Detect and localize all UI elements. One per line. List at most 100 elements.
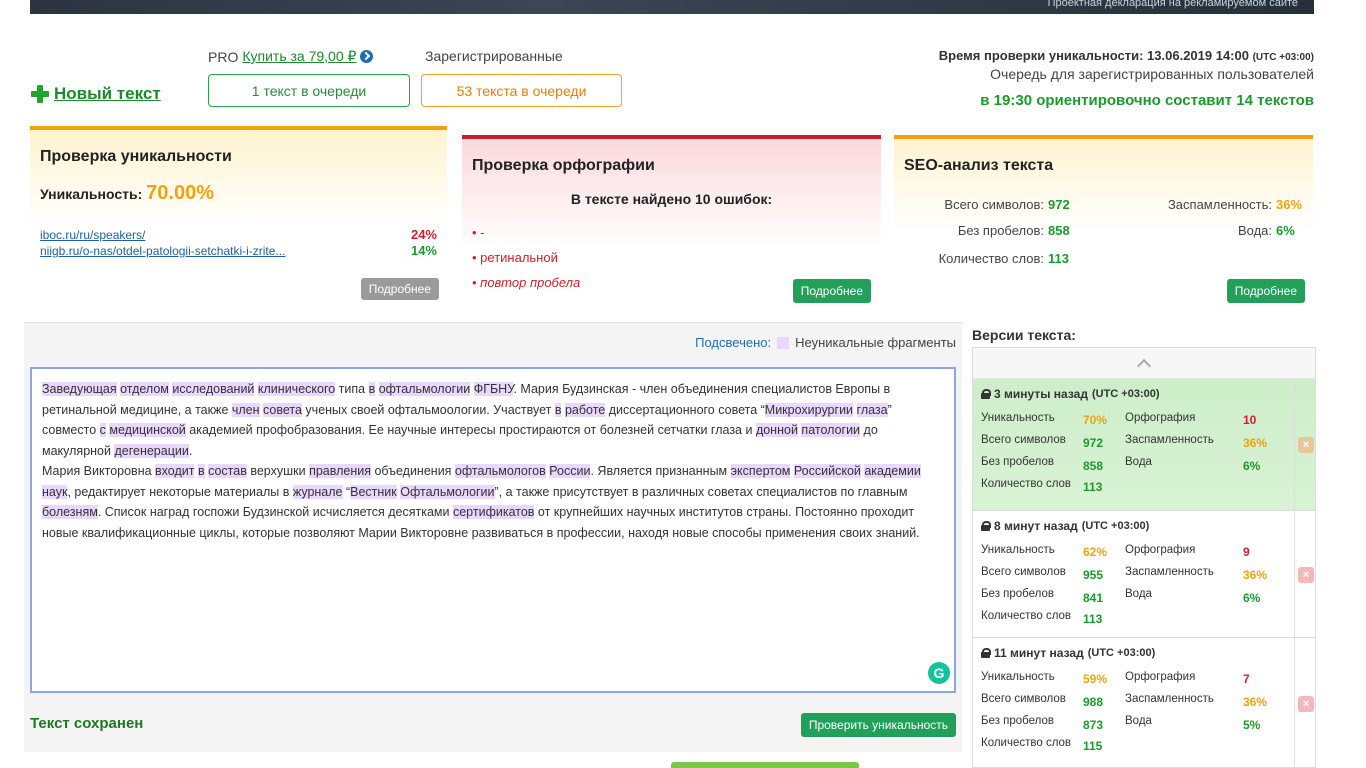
version-uniq-value: 62% <box>1083 545 1108 559</box>
editor-panel: Подсвечено: Неуникальные фрагменты Завед… <box>24 322 962 752</box>
delete-icon[interactable]: × <box>1298 567 1314 583</box>
seo-words-label: Количество слов: <box>938 251 1044 266</box>
version-item[interactable]: 11 минут назад (UTC +03:00) Уникальность … <box>973 638 1315 767</box>
highlighted-fragment: совета <box>263 402 302 417</box>
highlighted-fragment: донной <box>755 423 798 437</box>
seo-total-value: 972 <box>1048 197 1070 212</box>
text-editor[interactable]: Заведующая отделом исследований клиничес… <box>30 367 956 693</box>
text-fragment: , редактирует некоторые материалы в <box>67 484 293 499</box>
spelling-error[interactable]: • повтор пробела <box>472 275 580 290</box>
versions-scroll-up[interactable] <box>973 348 1315 379</box>
version-water-label: Вода <box>1125 456 1152 468</box>
version-item[interactable]: 3 минуты назад (UTC +03:00) Уникальность … <box>973 379 1315 511</box>
highlighted-fragment: дегенерации <box>114 443 189 458</box>
registered-label: Зарегистрированные <box>425 48 563 64</box>
highlighted-fragment: Офтальмологии <box>400 484 495 499</box>
text-fragment: верхушки <box>246 464 310 478</box>
text-fragment: ”, а также присутствует в различных сове… <box>494 484 908 499</box>
text-fragment: диссертационного совета “ <box>605 402 765 417</box>
text-fragment: . Список наград госпожи Будзинской исчис… <box>97 505 453 519</box>
highlighted-fragment: России <box>549 464 591 478</box>
text-fragment: объединения <box>371 464 455 478</box>
highlighted-fragment: болезням <box>42 505 98 519</box>
version-time-text: 11 минут назад <box>994 646 1084 660</box>
seo-water-label: Вода: <box>1237 223 1272 238</box>
highlighted-fragment: с <box>99 423 106 437</box>
highlighted-fragment: входит <box>155 464 195 478</box>
check-uniqueness-button[interactable]: Проверить уникальность <box>800 713 956 737</box>
highlighted-fragment: глаза <box>856 402 888 417</box>
seo-card: SEO-анализ текста Всего символов: 972 Бе… <box>894 135 1313 307</box>
text-fragment: академией профобразования. Ее научные ин… <box>185 423 756 437</box>
bottom-button-edge[interactable] <box>671 762 859 768</box>
queue-registered-badge: 53 текста в очереди <box>421 74 622 107</box>
new-text-label[interactable]: Новый текст <box>54 84 161 104</box>
text-fragment: . Является признанным <box>590 464 731 478</box>
highlight-legend-label: Подсвечено: <box>695 335 772 350</box>
queue-estimate: в 19:30 ориентировочно составит 14 текст… <box>980 92 1314 109</box>
lock-icon <box>981 648 991 658</box>
check-time-label: Время проверки уникальности: 13.06.2019 … <box>938 48 1249 63</box>
plus-icon <box>30 84 50 104</box>
seo-title: SEO-анализ текста <box>904 157 1054 174</box>
version-time: 11 минут назад (UTC +03:00) <box>981 646 1155 660</box>
highlighted-fragment: медицинской <box>109 423 186 437</box>
source-link[interactable]: iboc.ru/ru/speakers/ <box>40 228 145 242</box>
pro-label: PRO <box>208 48 239 65</box>
grammarly-icon[interactable]: G <box>928 662 950 684</box>
new-text-link[interactable]: Новый текст <box>30 84 161 104</box>
version-spam-label: Заспамленность <box>1125 566 1214 578</box>
source-link[interactable]: niigb.ru/o-nas/otdel-patologii-setchatki… <box>40 244 285 258</box>
source-percent: 24% <box>410 227 437 242</box>
spelling-title: Проверка орфографии <box>472 157 655 174</box>
uniqueness-more-button[interactable]: Подробнее <box>360 278 439 300</box>
version-nospace-value: 858 <box>1083 459 1104 473</box>
uniqueness-card: Проверка уникальности Уникальность: 70.0… <box>30 126 447 306</box>
version-uniq-label: Уникальность <box>981 671 1055 683</box>
version-total-label: Всего символов <box>981 693 1066 705</box>
seo-more-button[interactable]: Подробнее <box>1226 279 1305 303</box>
check-time-tz: (UTC +03:00) <box>1252 52 1314 63</box>
version-uniq-value: 70% <box>1083 413 1108 427</box>
version-nospace-label: Без пробелов <box>981 588 1054 600</box>
text-fragment: “ <box>342 484 351 499</box>
highlighted-fragment: академии <box>864 464 921 478</box>
versions-panel: 3 минуты назад (UTC +03:00) Уникальность … <box>972 347 1316 768</box>
seo-nospaces-value: 858 <box>1048 223 1070 238</box>
spelling-card: Проверка орфографии В тексте найдено 10 … <box>462 135 881 307</box>
version-nospace-label: Без пробелов <box>981 715 1054 727</box>
text-fragment: ученых своей офтальмоологии. Участвует <box>301 402 555 417</box>
version-divider <box>1294 379 1295 510</box>
version-nospace-value: 841 <box>1083 591 1104 605</box>
spelling-error[interactable]: • ретинальной <box>472 250 558 265</box>
version-total-label: Всего символов <box>981 566 1066 578</box>
chevron-up-icon <box>1136 358 1152 374</box>
version-spam-value: 36% <box>1243 695 1268 709</box>
seo-spam-label: Заспамленность: <box>1167 197 1272 212</box>
pro-block: PRO Купить за 79,00 ₽ <box>208 48 374 65</box>
lock-icon <box>981 521 991 531</box>
version-words-value: 113 <box>1083 612 1103 626</box>
version-water-value: 6% <box>1243 459 1261 473</box>
spelling-more-button[interactable]: Подробнее <box>792 279 871 303</box>
highlighted-fragment: состав <box>208 464 247 478</box>
version-nospace-value: 873 <box>1083 718 1104 732</box>
highlight-legend: Подсвечено: Неуникальные фрагменты <box>695 335 956 350</box>
version-uniq-value: 59% <box>1083 672 1108 686</box>
delete-icon[interactable]: × <box>1298 437 1314 453</box>
text-fragment <box>853 403 856 417</box>
version-item[interactable]: 8 минут назад (UTC +03:00) Уникальность 6… <box>973 511 1315 638</box>
version-time: 3 минуты назад (UTC +03:00) <box>981 387 1160 401</box>
version-spam-value: 36% <box>1243 568 1268 582</box>
highlighted-fragment: член <box>231 402 260 417</box>
queue-pro-badge: 1 текст в очереди <box>208 74 410 107</box>
circle-arrow-icon[interactable] <box>360 50 374 63</box>
queue-info: Очередь для зарегистрированных пользоват… <box>990 66 1314 82</box>
pro-buy-link[interactable]: Купить за 79,00 ₽ <box>242 48 356 65</box>
versions-title: Версии текста: <box>972 327 1076 343</box>
highlighted-fragment: офтальмологов <box>454 464 546 478</box>
highlighted-fragment: ФГБНУ <box>473 382 514 396</box>
version-spell-value: 10 <box>1243 413 1257 427</box>
spelling-error[interactable]: • - <box>472 225 485 240</box>
delete-icon[interactable]: × <box>1298 696 1314 712</box>
